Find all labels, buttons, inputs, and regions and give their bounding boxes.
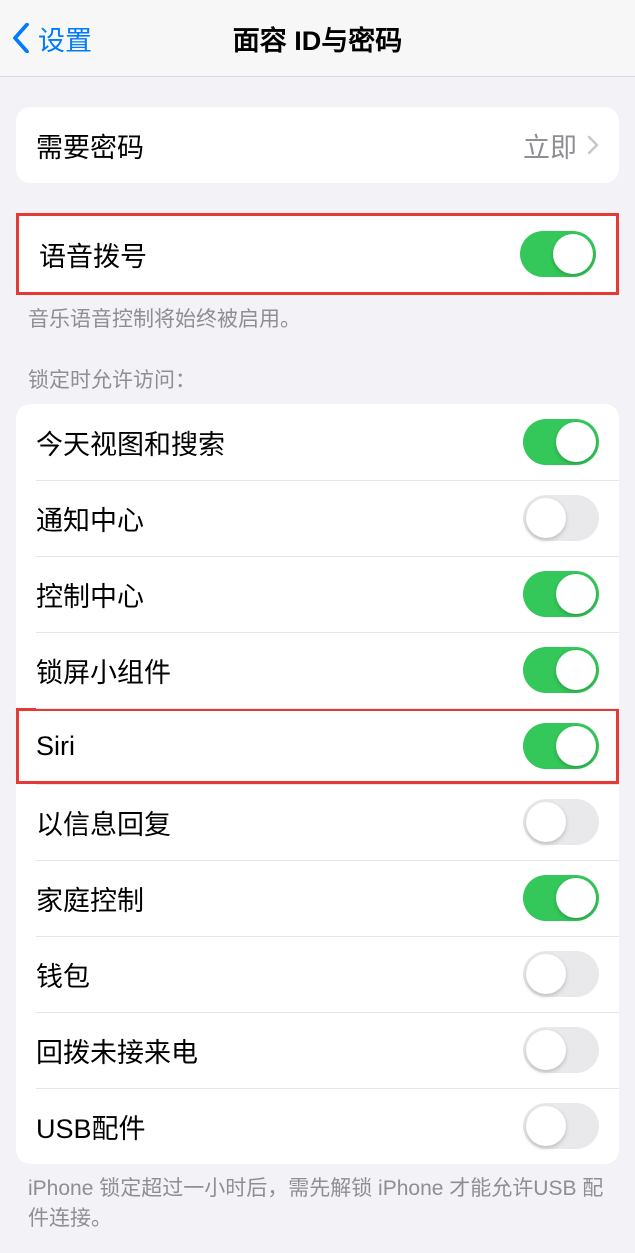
lock-access-switch[interactable] bbox=[523, 495, 599, 541]
lock-access-label: 以信息回复 bbox=[36, 803, 171, 842]
page-title: 面容 ID与密码 bbox=[233, 19, 403, 58]
require-passcode-row[interactable]: 需要密码 立即 bbox=[16, 107, 619, 183]
lock-access-label: 家庭控制 bbox=[36, 879, 144, 918]
lock-access-switch[interactable] bbox=[523, 723, 599, 769]
require-passcode-value: 立即 bbox=[523, 126, 577, 165]
lock-access-row: 钱包 bbox=[16, 936, 619, 1012]
navbar: 设置 面容 ID与密码 bbox=[0, 0, 635, 77]
lock-access-row: 回拨未接来电 bbox=[16, 1012, 619, 1088]
lock-access-row: 通知中心 bbox=[16, 480, 619, 556]
voice-dial-switch[interactable] bbox=[520, 231, 596, 277]
lock-access-row: USB配件 bbox=[16, 1088, 619, 1164]
lock-access-label: 通知中心 bbox=[36, 499, 144, 538]
lock-access-label: USB配件 bbox=[36, 1107, 146, 1146]
lock-access-switch[interactable] bbox=[523, 875, 599, 921]
lock-access-row: 以信息回复 bbox=[16, 784, 619, 860]
lock-access-switch[interactable] bbox=[523, 571, 599, 617]
lock-access-switch[interactable] bbox=[523, 951, 599, 997]
lock-access-switch[interactable] bbox=[523, 799, 599, 845]
voice-dial-label: 语音拨号 bbox=[39, 235, 147, 274]
lock-access-row: 锁屏小组件 bbox=[16, 632, 619, 708]
lock-access-switch[interactable] bbox=[523, 1027, 599, 1073]
lock-access-label: 锁屏小组件 bbox=[36, 651, 171, 690]
voice-dial-row: 语音拨号 bbox=[19, 216, 616, 292]
lock-access-header: 锁定时允许访问： bbox=[0, 334, 635, 404]
lock-access-label: 钱包 bbox=[36, 955, 90, 994]
require-passcode-label: 需要密码 bbox=[36, 126, 144, 165]
chevron-right-icon bbox=[587, 135, 599, 155]
lock-access-switch[interactable] bbox=[523, 1103, 599, 1149]
lock-access-row: 家庭控制 bbox=[16, 860, 619, 936]
lock-access-switch[interactable] bbox=[523, 647, 599, 693]
lock-access-row: 今天视图和搜索 bbox=[16, 404, 619, 480]
lock-access-label: Siri bbox=[36, 731, 75, 762]
lock-access-label: 回拨未接来电 bbox=[36, 1031, 198, 1070]
back-label: 设置 bbox=[38, 19, 92, 58]
lock-access-footer: iPhone 锁定超过一小时后，需先解锁 iPhone 才能允许USB 配件连接… bbox=[0, 1164, 635, 1233]
lock-access-switch[interactable] bbox=[523, 419, 599, 465]
lock-access-label: 控制中心 bbox=[36, 575, 144, 614]
voice-dial-group: 语音拨号 bbox=[16, 213, 619, 295]
back-button[interactable]: 设置 bbox=[0, 19, 92, 58]
voice-dial-note: 音乐语音控制将始终被启用。 bbox=[0, 295, 635, 334]
require-passcode-group: 需要密码 立即 bbox=[16, 107, 619, 183]
lock-access-row: 控制中心 bbox=[16, 556, 619, 632]
lock-access-row: Siri bbox=[16, 708, 619, 784]
chevron-left-icon bbox=[12, 23, 30, 53]
lock-access-label: 今天视图和搜索 bbox=[36, 423, 225, 462]
lock-access-group: 今天视图和搜索通知中心控制中心锁屏小组件 Siri 以信息回复家庭控制钱包回拨未接来… bbox=[16, 404, 619, 1164]
